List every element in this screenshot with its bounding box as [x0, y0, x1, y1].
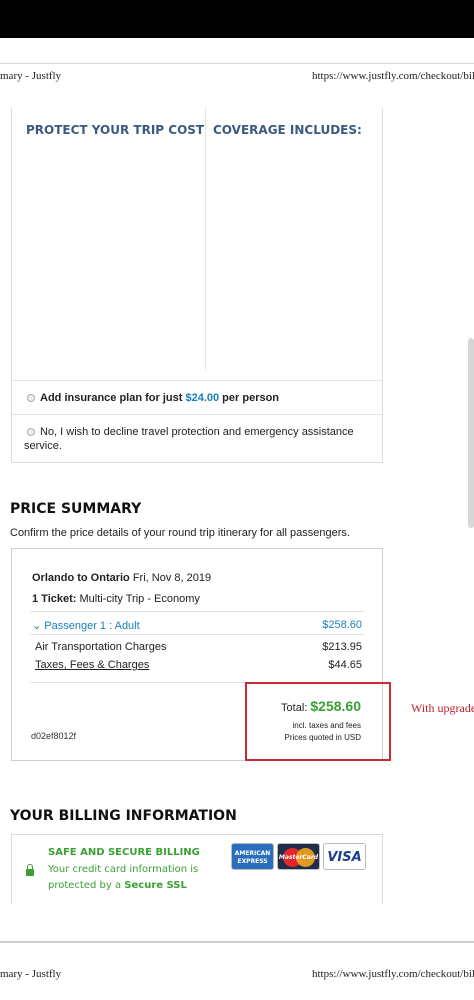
coverage-heading: COVERAGE INCLUDES: — [213, 123, 362, 137]
print-page-url: https://www.justfly.com/checkout/bil — [312, 968, 474, 980]
secure-billing-text: Your credit card information is protecte… — [48, 864, 199, 891]
mastercard-logo-icon: MasterCard — [277, 843, 320, 870]
insurance-price: $24.00 — [185, 392, 220, 404]
amex-logo-icon: AMERICAN EXPRESS — [231, 843, 274, 870]
trip-route: Orlando to Ontario Fri, Nov 8, 2019 — [32, 572, 212, 584]
ticket-info: 1 Ticket: Multi-city Trip - Economy — [32, 593, 200, 605]
visa-logo-icon: VISA — [323, 843, 366, 870]
booking-reference: d02ef8012f — [31, 731, 77, 741]
print-page-url: https://www.justfly.com/checkout/bil — [312, 70, 474, 82]
add-insurance-radio[interactable] — [27, 394, 35, 402]
taxes-fees-amount: $44.65 — [328, 659, 362, 671]
total-highlight-box: Total: $258.60 incl. taxes and fees Pric… — [245, 682, 391, 761]
price-summary-title: PRICE SUMMARY — [10, 501, 142, 517]
add-insurance-option[interactable]: Add insurance plan for just $24.00 per p… — [12, 380, 382, 414]
chevron-down-icon: ⌄ — [32, 620, 42, 632]
upgrade-annotation: With upgrade — [411, 701, 474, 715]
taxes-included-note: incl. taxes and fees — [292, 721, 361, 730]
taxes-fees-link[interactable]: Taxes, Fees & Charges — [35, 659, 149, 671]
total-amount: $258.60 — [310, 698, 361, 714]
passenger-toggle[interactable]: ⌄ Passenger 1 : Adult — [32, 619, 140, 632]
scrollbar-thumb[interactable] — [468, 338, 474, 528]
lock-icon — [26, 864, 34, 876]
print-page-title: mary - Justfly — [0, 70, 62, 82]
passenger-amount: $258.60 — [322, 619, 362, 631]
divider — [30, 611, 364, 612]
protect-trip-heading: PROTECT YOUR TRIP COST — [26, 123, 205, 137]
add-insurance-label: Add insurance plan for just $24.00 per p… — [40, 392, 280, 404]
device-status-bar — [0, 0, 474, 38]
decline-insurance-option[interactable]: No, I wish to decline travel protection … — [12, 414, 382, 462]
print-header-top: mary - Justfly https://www.justfly.com/c… — [0, 63, 474, 87]
total-price: Total: $258.60 — [281, 698, 361, 714]
print-header-bottom: mary - Justfly https://www.justfly.com/c… — [0, 962, 474, 986]
insurance-card: PROTECT YOUR TRIP COST COVERAGE INCLUDES… — [11, 108, 383, 463]
secure-billing-heading: SAFE AND SECURE BILLING — [48, 847, 200, 858]
print-page-title: mary - Justfly — [0, 968, 62, 980]
air-charges-amount: $213.95 — [322, 641, 362, 653]
secure-billing-card: SAFE AND SECURE BILLING Your credit card… — [11, 834, 383, 904]
decline-insurance-label: No, I wish to decline travel protection … — [24, 426, 354, 452]
insurance-column-divider — [205, 108, 206, 370]
page-separator — [0, 941, 474, 943]
air-charges-label: Air Transportation Charges — [35, 641, 167, 653]
billing-title: YOUR BILLING INFORMATION — [10, 808, 237, 824]
price-summary-subtitle: Confirm the price details of your round … — [10, 527, 350, 539]
currency-note: Prices quoted in USD — [284, 733, 361, 742]
divider — [30, 634, 364, 635]
